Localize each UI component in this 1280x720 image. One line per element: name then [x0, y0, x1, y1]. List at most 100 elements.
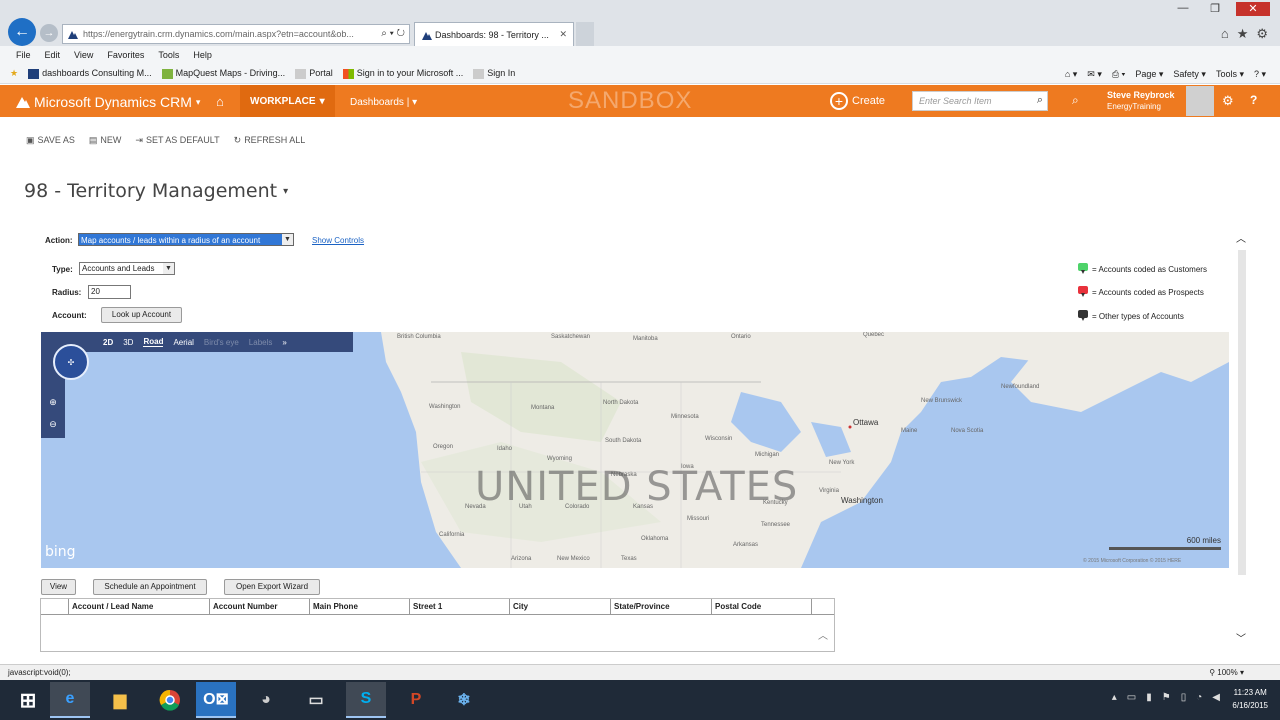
home-icon[interactable]: ⌂ [216, 94, 224, 109]
snipping-icon[interactable]: ❄ [444, 682, 484, 718]
forward-button[interactable]: → [40, 24, 58, 42]
favorites-star-icon[interactable]: ★ [10, 68, 18, 79]
address-bar[interactable]: https://energytrain.crm.dynamics.com/mai… [62, 24, 410, 44]
column-header[interactable]: Street 1 [410, 599, 510, 614]
close-window-button[interactable]: ✕ [1236, 2, 1270, 16]
refresh-all-button[interactable]: ↻ REFRESH ALL [234, 135, 306, 146]
panel-scrollbar[interactable]: ︿ ﹀ [1236, 230, 1248, 645]
new-button[interactable]: ▤ NEW [89, 135, 122, 146]
scroll-up-icon[interactable]: ︿ [1236, 230, 1246, 245]
volume-icon[interactable]: ◀ [1212, 692, 1220, 703]
bing-map[interactable]: British Columbia Saskatchewan Manitoba Q… [41, 332, 1229, 568]
favorite-link[interactable]: Portal [295, 68, 333, 79]
crm-app-menu[interactable]: Microsoft Dynamics CRM ▾ [16, 94, 200, 110]
advanced-find-icon[interactable]: ⌕ [1072, 93, 1079, 108]
scrollbar-thumb[interactable] [1238, 250, 1246, 575]
gear-icon[interactable]: ⚙ [1222, 93, 1234, 109]
show-controls-link[interactable]: Show Controls [312, 236, 364, 245]
search-icon[interactable]: ⌕ [1037, 94, 1043, 107]
column-header[interactable]: Account Number [210, 599, 310, 614]
column-header[interactable]: Main Phone [310, 599, 410, 614]
mail-icon[interactable]: ✉ ▾ [1087, 69, 1102, 80]
map-mode-aerial[interactable]: Aerial [173, 338, 193, 347]
new-tab-button[interactable] [576, 22, 594, 46]
restore-button[interactable]: ❐ [1204, 2, 1226, 16]
map-mode-3d[interactable]: 3D [123, 338, 133, 347]
map-compass-icon[interactable]: ✣ [53, 344, 89, 380]
workplace-area[interactable]: WORKPLACE ▾ [240, 85, 335, 117]
refresh-icon[interactable]: ⌕ ▾ ↻ [381, 28, 405, 39]
map-mode-birdseye[interactable]: Bird's eye [204, 338, 239, 347]
scroll-up-icon[interactable]: ︿ [818, 627, 828, 642]
menu-favorites[interactable]: Favorites [107, 50, 144, 60]
help-icon[interactable]: ? [1250, 93, 1257, 107]
schedule-appointment-button[interactable]: Schedule an Appointment [93, 579, 207, 595]
save-as-button[interactable]: ▣ SAVE AS [26, 135, 75, 146]
view-button[interactable]: View [41, 579, 76, 595]
flag-icon[interactable]: ⚑ [1162, 692, 1171, 703]
menu-view[interactable]: View [74, 50, 93, 60]
home-icon[interactable]: ⌂ [1221, 26, 1229, 42]
search-input[interactable]: Enter Search Item ⌕ [912, 91, 1048, 111]
create-button[interactable]: + Create [830, 92, 885, 110]
map-labels-toggle[interactable]: Labels [249, 338, 273, 347]
outlook-icon[interactable]: O⊠ [196, 682, 236, 718]
column-header[interactable]: State/Province [611, 599, 712, 614]
favorite-link[interactable]: Sign In [473, 68, 515, 79]
lookup-account-button[interactable]: Look up Account [101, 307, 182, 323]
print-icon[interactable]: ⎙ ▾ [1112, 69, 1125, 80]
column-header[interactable]: Postal Code [712, 599, 812, 614]
screen-capture-icon[interactable]: ▭ [296, 682, 336, 718]
page-title[interactable]: 98 - Territory Management ▾ [24, 180, 288, 202]
scroll-down-icon[interactable]: ﹀ [1236, 630, 1246, 645]
column-select[interactable] [41, 599, 69, 614]
minimize-button[interactable]: — [1172, 2, 1194, 16]
browser-tab-active[interactable]: Dashboards: 98 - Territory ... ✕ [414, 22, 574, 46]
favorite-link[interactable]: Sign in to your Microsoft ... [342, 68, 463, 79]
dashboards-breadcrumb[interactable]: Dashboards | ▾ [350, 97, 417, 108]
export-wizard-button[interactable]: Open Export Wizard [224, 579, 320, 595]
back-button[interactable]: ← [8, 18, 36, 46]
clock[interactable]: 11:23 AM 6/16/2015 [1232, 686, 1268, 712]
map-mode-2d[interactable]: 2D [103, 338, 113, 347]
keyboard-icon[interactable]: ▭ [1127, 692, 1136, 703]
safety-menu[interactable]: Safety ▾ [1173, 69, 1206, 80]
column-header[interactable]: Account / Lead Name [69, 599, 210, 614]
map-mode-road[interactable]: Road [143, 337, 164, 347]
close-icon[interactable]: ✕ [559, 29, 567, 40]
menu-edit[interactable]: Edit [45, 50, 61, 60]
tray-arrow-icon[interactable]: ▴ [1112, 692, 1117, 703]
favorites-star-icon[interactable]: ★ [1237, 26, 1249, 42]
menu-help[interactable]: Help [193, 50, 212, 60]
paint-icon[interactable]: ◕ [246, 682, 286, 718]
gear-icon[interactable]: ⚙ [1256, 26, 1268, 42]
favorite-link[interactable]: dashboards Consulting M... [28, 68, 152, 79]
battery-icon[interactable]: ▯ [1181, 692, 1187, 703]
zoom-level[interactable]: ⚲ 100% ▾ [1209, 665, 1244, 680]
wifi-icon[interactable]: ◔ [1196, 692, 1202, 703]
favorite-link[interactable]: MapQuest Maps - Driving... [161, 68, 285, 79]
powerpoint-icon[interactable]: P [396, 682, 436, 718]
avatar[interactable] [1186, 86, 1214, 116]
feeds-icon[interactable]: ⌂ ▾ [1065, 69, 1077, 80]
zoom-out-icon[interactable]: ⊖ [45, 416, 61, 432]
page-menu[interactable]: Page ▾ [1135, 69, 1163, 80]
windows-start-icon[interactable]: ⊞ [8, 682, 48, 718]
tools-menu[interactable]: Tools ▾ [1216, 69, 1244, 80]
help-icon[interactable]: ? ▾ [1254, 69, 1266, 80]
collapse-icon[interactable]: » [282, 338, 286, 347]
user-info[interactable]: Steve Reybrock EnergyTraining [1107, 90, 1175, 112]
type-select[interactable]: Accounts and Leads ▼ [79, 262, 175, 275]
menu-file[interactable]: File [16, 50, 31, 60]
chrome-icon[interactable] [150, 682, 190, 718]
file-explorer-icon[interactable]: ▆ [100, 682, 140, 718]
set-default-button[interactable]: ⇥ SET AS DEFAULT [135, 135, 219, 146]
skype-icon[interactable]: S [346, 682, 386, 718]
action-select[interactable]: Map accounts / leads within a radius of … [78, 233, 294, 246]
internet-explorer-icon[interactable]: e [50, 682, 90, 718]
column-header[interactable]: City [510, 599, 611, 614]
menu-tools[interactable]: Tools [158, 50, 179, 60]
zoom-in-icon[interactable]: ⊕ [45, 394, 61, 410]
network-icon[interactable]: ▮ [1146, 692, 1152, 703]
radius-input[interactable]: 20 [88, 285, 131, 299]
